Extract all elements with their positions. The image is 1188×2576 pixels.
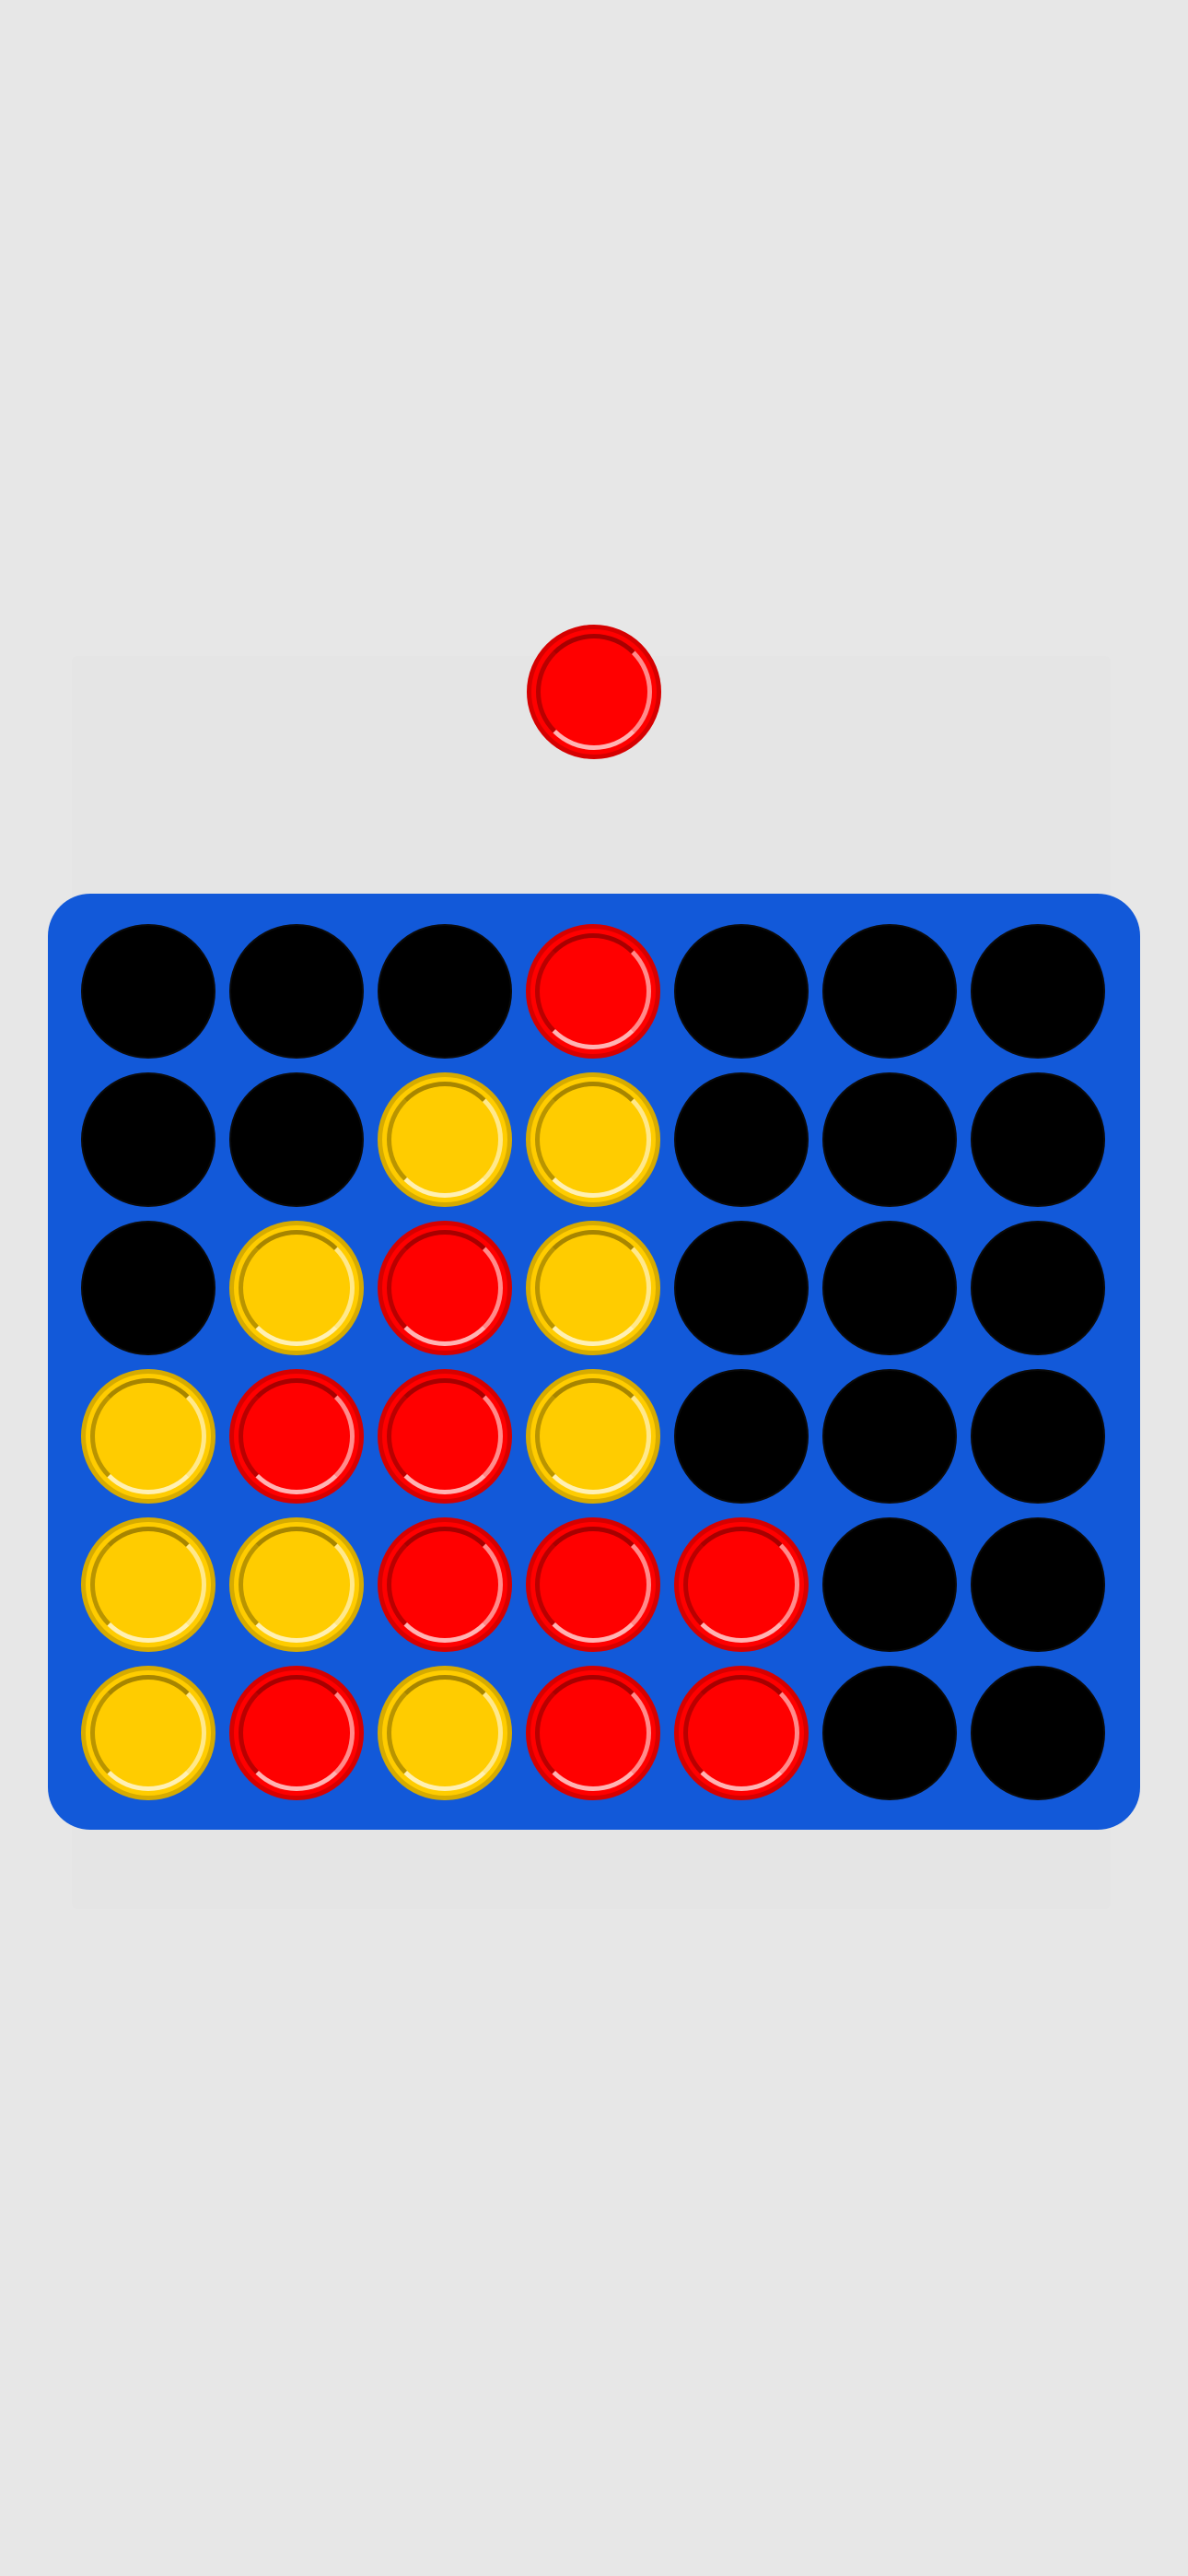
board-cell-r4-c5[interactable] xyxy=(674,1369,809,1504)
board-cell-r3-c1[interactable] xyxy=(81,1221,215,1355)
board-cell-r2-c1[interactable] xyxy=(81,1072,215,1207)
board-cell-r5-c7[interactable] xyxy=(971,1517,1105,1652)
current-red-piece[interactable] xyxy=(527,625,661,759)
board-cell-r4-c7[interactable] xyxy=(971,1369,1105,1504)
board-cell-r2-c5[interactable] xyxy=(674,1072,809,1207)
board-cell-r5-c1[interactable] xyxy=(81,1517,215,1652)
board-cell-r2-c7[interactable] xyxy=(971,1072,1105,1207)
board-cell-r6-c3[interactable] xyxy=(378,1666,512,1800)
board-cell-r1-c4[interactable] xyxy=(526,924,660,1059)
board-cell-r5-c3[interactable] xyxy=(378,1517,512,1652)
board-cell-r5-c2[interactable] xyxy=(229,1517,364,1652)
board-cell-r1-c5[interactable] xyxy=(674,924,809,1059)
board-cell-r1-c2[interactable] xyxy=(229,924,364,1059)
board-cell-r5-c6[interactable] xyxy=(822,1517,957,1652)
board-cell-r1-c7[interactable] xyxy=(971,924,1105,1059)
board-cell-r3-c6[interactable] xyxy=(822,1221,957,1355)
board-cell-r4-c3[interactable] xyxy=(378,1369,512,1504)
board-cell-r1-c6[interactable] xyxy=(822,924,957,1059)
board-cell-r3-c3[interactable] xyxy=(378,1221,512,1355)
board-cell-r4-c4[interactable] xyxy=(526,1369,660,1504)
game-board xyxy=(48,894,1140,1830)
board-cell-r2-c2[interactable] xyxy=(229,1072,364,1207)
board-cell-r6-c4[interactable] xyxy=(526,1666,660,1800)
board-cell-r6-c5[interactable] xyxy=(674,1666,809,1800)
board-cell-r6-c2[interactable] xyxy=(229,1666,364,1800)
board-cell-r5-c4[interactable] xyxy=(526,1517,660,1652)
board-cell-r6-c6[interactable] xyxy=(822,1666,957,1800)
board-cell-r1-c3[interactable] xyxy=(378,924,512,1059)
board-grid xyxy=(81,924,1105,1800)
board-cell-r2-c4[interactable] xyxy=(526,1072,660,1207)
board-cell-r3-c5[interactable] xyxy=(674,1221,809,1355)
board-cell-r3-c2[interactable] xyxy=(229,1221,364,1355)
board-cell-r1-c1[interactable] xyxy=(81,924,215,1059)
board-cell-r5-c5[interactable] xyxy=(674,1517,809,1652)
board-cell-r2-c6[interactable] xyxy=(822,1072,957,1207)
board-cell-r4-c2[interactable] xyxy=(229,1369,364,1504)
board-cell-r6-c1[interactable] xyxy=(81,1666,215,1800)
board-cell-r3-c4[interactable] xyxy=(526,1221,660,1355)
board-cell-r4-c6[interactable] xyxy=(822,1369,957,1504)
board-cell-r6-c7[interactable] xyxy=(971,1666,1105,1800)
board-cell-r4-c1[interactable] xyxy=(81,1369,215,1504)
board-cell-r3-c7[interactable] xyxy=(971,1221,1105,1355)
board-cell-r2-c3[interactable] xyxy=(378,1072,512,1207)
